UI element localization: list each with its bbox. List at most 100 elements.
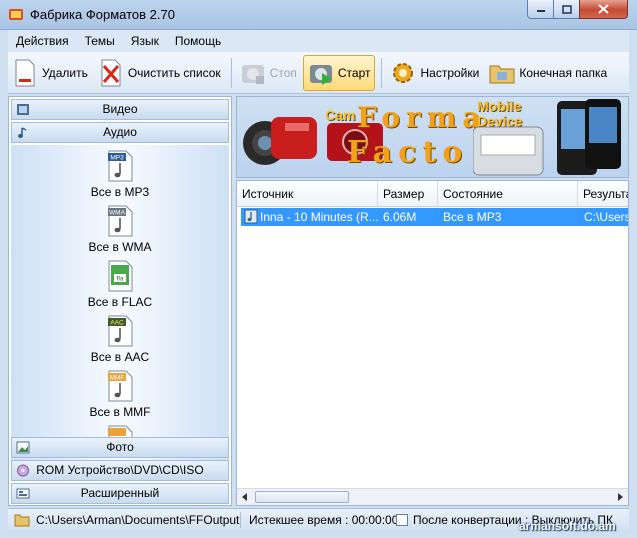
app-icon: [9, 9, 23, 20]
flac-tag: fla: [117, 276, 124, 283]
close-button[interactable]: [579, 0, 628, 19]
column-source[interactable]: Источник: [237, 181, 378, 207]
mp3-file-icon: MP3: [108, 150, 133, 182]
settings-button[interactable]: Настройки: [386, 55, 483, 91]
output-folder-label: Конечная папка: [519, 65, 608, 80]
row-result: C:\Users: [584, 210, 629, 224]
row-size: 6.06M: [383, 210, 417, 224]
column-result[interactable]: Результат: [578, 181, 628, 207]
column-size[interactable]: Размер: [378, 181, 438, 207]
table-header: Источник Размер Состояние Результат: [237, 181, 628, 207]
scroll-left-icon[interactable]: [242, 493, 247, 501]
delete-icon: [15, 59, 35, 86]
elapsed-time: Истекшее время : 00:00:00: [249, 513, 399, 527]
advanced-icon: [16, 488, 30, 499]
flac-file-icon: fla: [108, 260, 133, 292]
banner-line-2: Facto: [347, 135, 469, 170]
menu-actions[interactable]: Действия: [8, 34, 77, 48]
status-separator: [240, 512, 241, 528]
music-note-icon: [18, 127, 27, 138]
aac-tag: AAC: [110, 320, 124, 327]
clear-list-button[interactable]: Очистить список: [94, 55, 225, 91]
picture-icon: [16, 441, 30, 454]
table-row[interactable]: Inna - 10 Minutes (R... 6.06M Все в MP3 …: [241, 208, 629, 226]
menu-themes[interactable]: Темы: [77, 34, 123, 48]
maximize-icon: [561, 4, 572, 14]
folder-small-icon: [14, 514, 30, 527]
gear-icon: [393, 62, 414, 83]
stop-label: Стоп: [269, 65, 297, 80]
window-title: Фабрика Форматов 2.70: [30, 7, 175, 22]
maximize-button[interactable]: [553, 0, 580, 19]
after-conversion-checkbox[interactable]: [396, 514, 408, 526]
row-status: Все в MP3: [443, 210, 502, 224]
audio-file-icon: [244, 209, 258, 224]
format-item-flac[interactable]: fla Все в FLAC: [11, 259, 229, 309]
settings-label: Настройки: [420, 65, 480, 80]
scrollbar-thumb[interactable]: [255, 491, 349, 503]
start-label: Старт: [337, 65, 371, 80]
promo-banner: Cam Forma Facto Mobile Device: [236, 96, 629, 178]
close-icon: [598, 4, 609, 14]
banner-camera-text: Cam: [325, 107, 356, 123]
minimize-icon: [536, 10, 545, 12]
menu-help[interactable]: Помощь: [167, 34, 229, 48]
format-label-mmf: Все в MMF: [89, 405, 151, 419]
format-label-mp3: Все в MP3: [90, 185, 150, 199]
category-advanced[interactable]: Расширенный: [11, 483, 229, 504]
film-icon: [17, 104, 29, 115]
mmf-tag: MMF: [110, 375, 125, 382]
category-advanced-label: Расширенный: [80, 486, 160, 500]
banner-line-1: Forma: [357, 101, 487, 134]
phone-image: [473, 99, 621, 176]
category-photo[interactable]: Фото: [11, 437, 229, 458]
aac-file-icon: AAC: [108, 315, 133, 347]
delete-label: Удалить: [42, 65, 88, 80]
format-panel: Видео Аудио MP3 Все в MP3 WMA Все в WMA: [8, 96, 232, 506]
category-audio[interactable]: Аудио: [11, 122, 229, 143]
folder-icon: [489, 65, 515, 83]
category-rom-label: ROM Устройство\DVD\CD\ISO: [36, 463, 204, 477]
start-icon: [309, 64, 332, 85]
category-video-label: Видео: [102, 102, 138, 116]
category-photo-label: Фото: [106, 440, 134, 454]
output-path[interactable]: C:\Users\Arman\Documents\FFOutput: [36, 509, 239, 531]
wma-tag: WMA: [109, 210, 126, 217]
column-status[interactable]: Состояние: [438, 181, 578, 207]
disc-icon: [17, 464, 29, 477]
format-item-mp3[interactable]: MP3 Все в MP3: [11, 149, 229, 199]
scroll-right-icon[interactable]: [618, 493, 623, 501]
clear-list-label: Очистить список: [127, 65, 221, 80]
menu-language[interactable]: Язык: [123, 34, 167, 48]
minimize-button[interactable]: [527, 0, 554, 19]
format-item-mmf[interactable]: MMF Все в MMF: [11, 369, 229, 419]
delete-button[interactable]: Удалить: [8, 55, 92, 91]
title-bar: Фабрика Форматов 2.70: [0, 0, 637, 30]
toolbar-separator: [381, 57, 383, 88]
watermark: armansoft.do.am: [519, 519, 616, 533]
camcorder-image: [243, 117, 317, 165]
format-label-flac: Все в FLAC: [87, 295, 153, 309]
category-audio-label: Аудио: [103, 125, 137, 139]
format-label-aac: Все в AAC: [90, 350, 150, 364]
output-folder-button[interactable]: Конечная папка: [485, 55, 611, 91]
format-item-aac[interactable]: AAC Все в AAC: [11, 314, 229, 364]
horizontal-scrollbar[interactable]: [237, 488, 628, 505]
stop-icon: [241, 64, 264, 84]
toolbar-separator: [230, 57, 232, 88]
row-source: Inna - 10 Minutes (R...: [260, 210, 378, 224]
format-label-wma: Все в WMA: [88, 240, 152, 254]
audio-format-list: MP3 Все в MP3 WMA Все в WMA fla Все в FL…: [11, 145, 229, 481]
wma-file-icon: WMA: [108, 205, 133, 237]
toolbar: Удалить Очистить список Стоп Старт Настр…: [8, 52, 629, 94]
category-rom[interactable]: ROM Устройство\DVD\CD\ISO: [11, 460, 229, 481]
stop-button[interactable]: Стоп: [236, 55, 301, 91]
menu-bar: Действия Темы Язык Помощь: [8, 30, 629, 52]
category-video[interactable]: Видео: [11, 99, 229, 120]
clear-list-icon: [101, 59, 121, 86]
format-item-wma[interactable]: WMA Все в WMA: [11, 204, 229, 254]
mp3-tag: MP3: [110, 155, 124, 162]
mmf-file-icon: MMF: [108, 370, 133, 402]
start-button[interactable]: Старт: [302, 54, 376, 91]
task-table: Источник Размер Состояние Результат Inna…: [236, 180, 629, 506]
